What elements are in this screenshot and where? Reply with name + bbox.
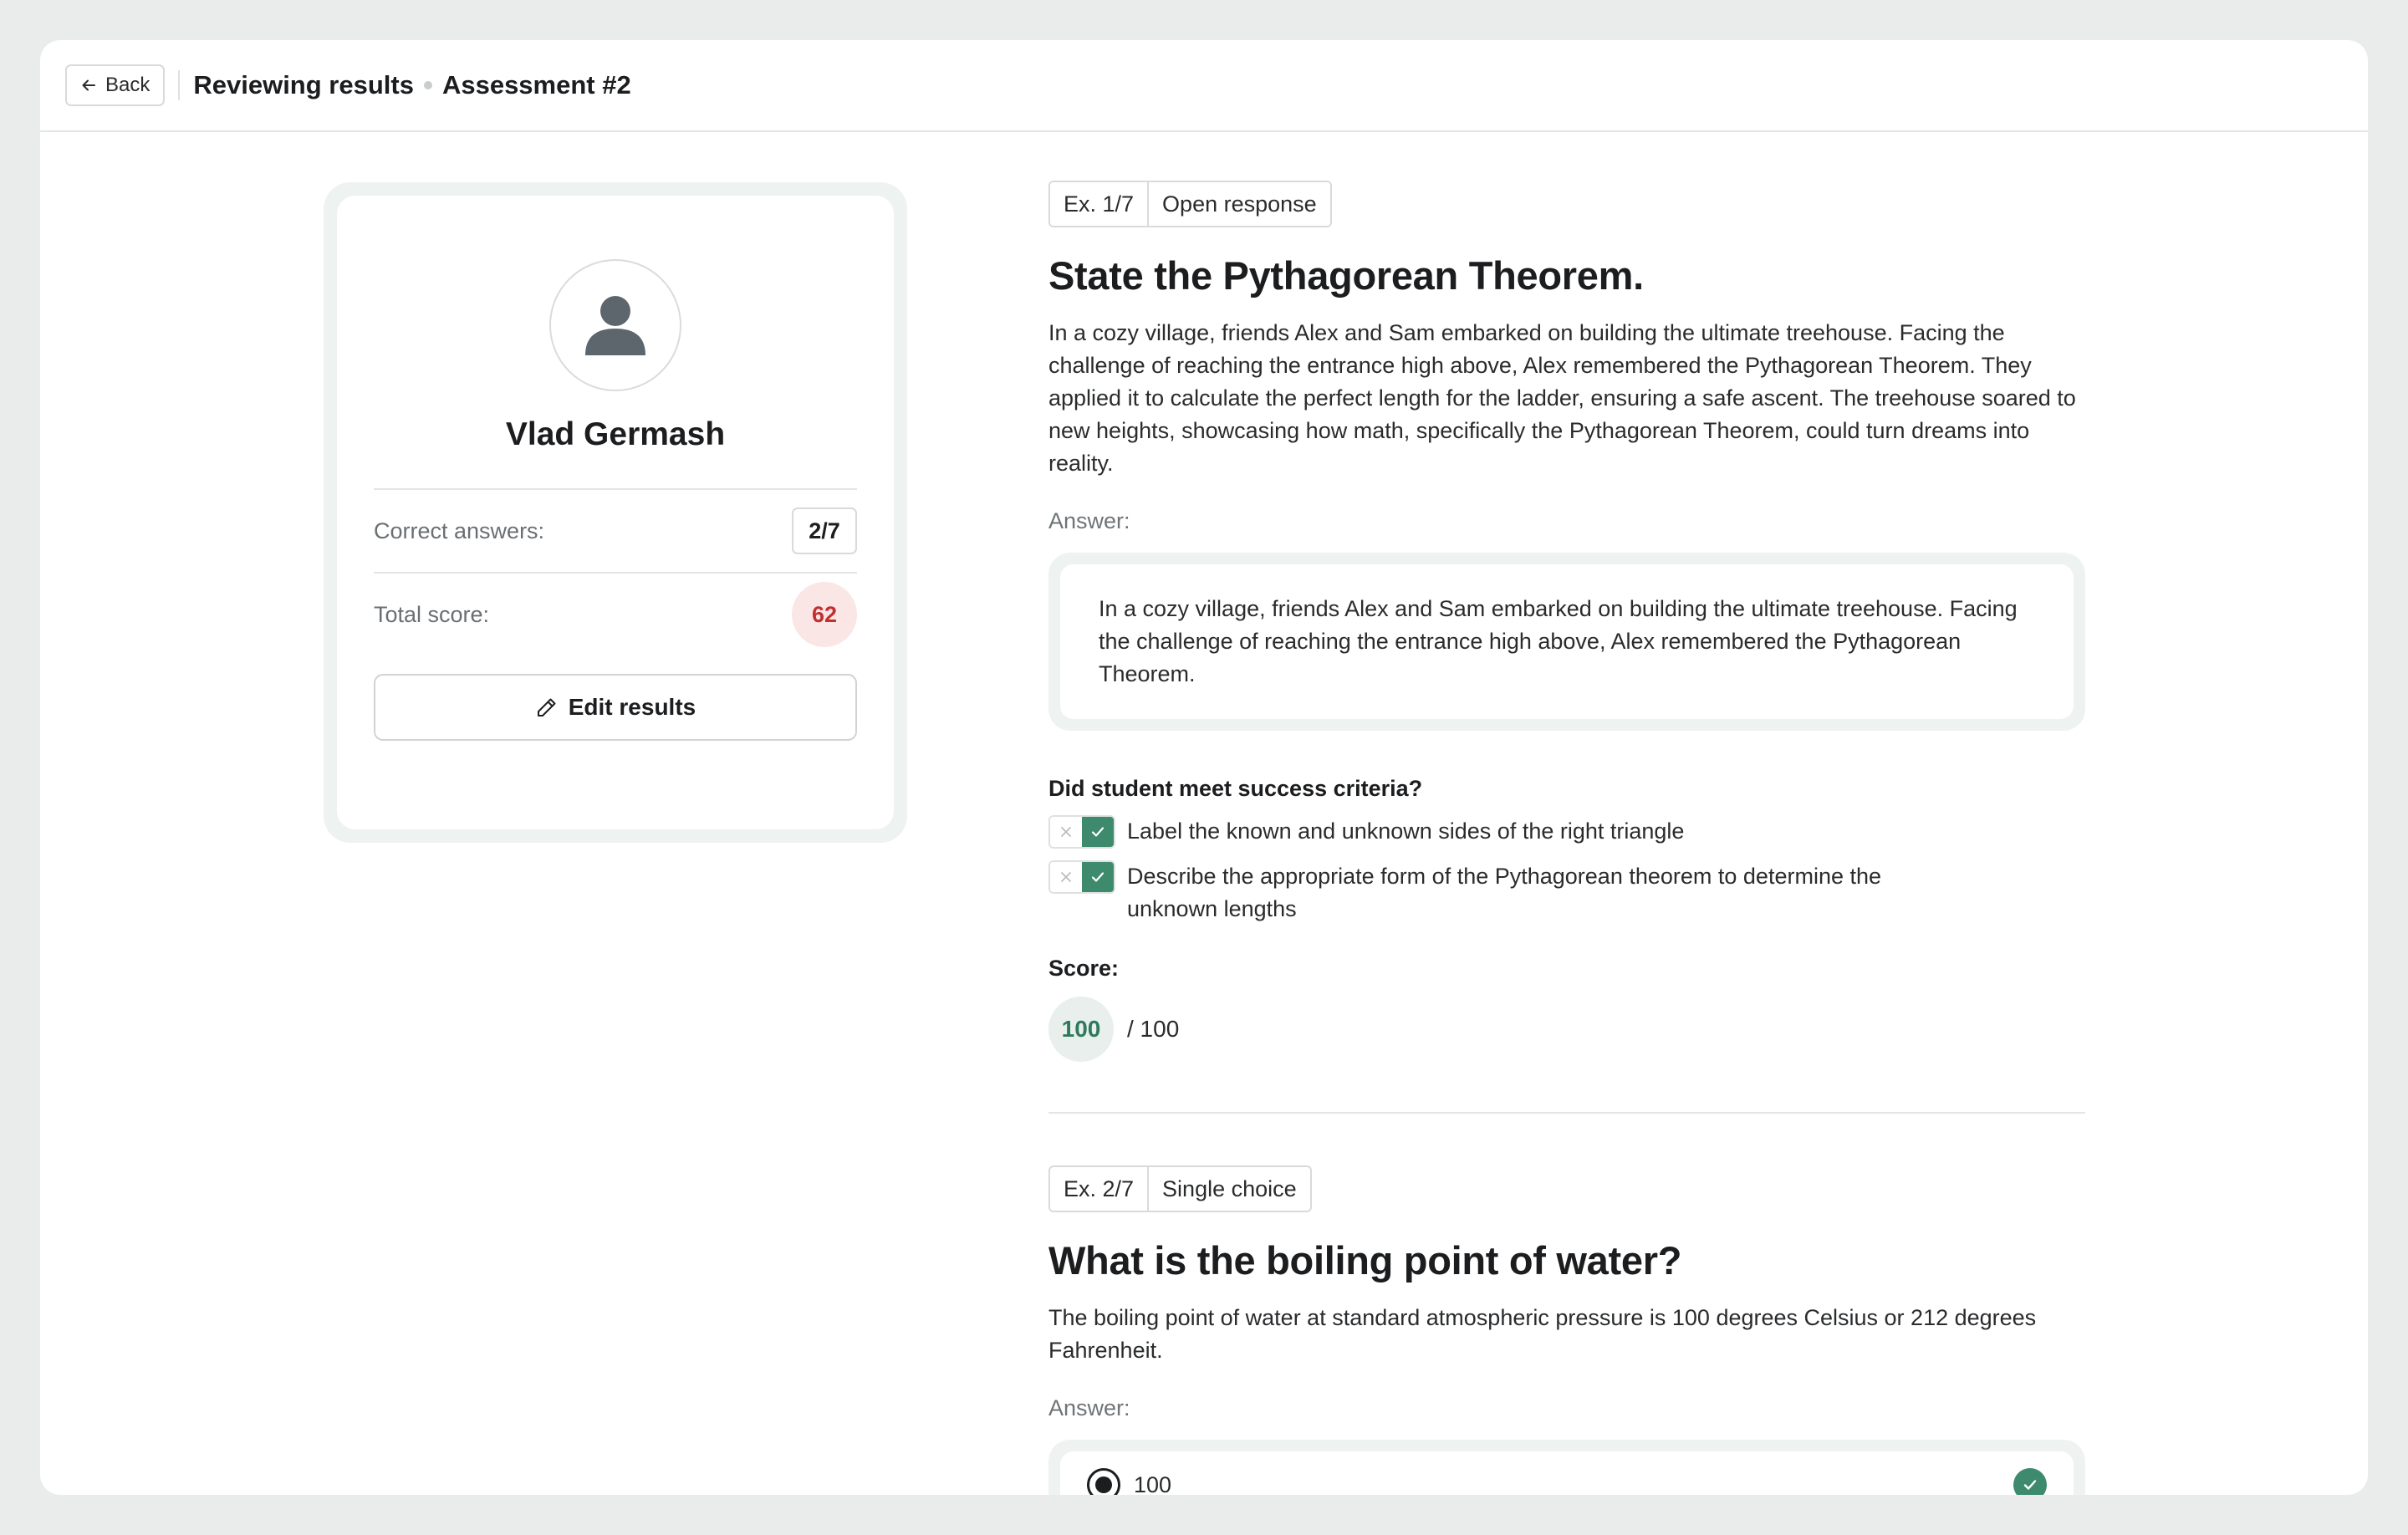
correct-check-icon bbox=[2013, 1468, 2047, 1495]
exercise-card: Ex. 2/7 Single choice What is the boilin… bbox=[1048, 1165, 2085, 1495]
page-title: Reviewing results bbox=[193, 70, 414, 99]
score-value[interactable]: 100 bbox=[1048, 997, 1114, 1062]
close-icon bbox=[1061, 872, 1071, 882]
score-label: Score: bbox=[1048, 956, 1120, 981]
not-met-option[interactable] bbox=[1050, 817, 1082, 847]
arrow-left-icon bbox=[82, 79, 95, 91]
header-divider bbox=[178, 70, 181, 100]
radio-button bbox=[1087, 1468, 1120, 1495]
student-summary-panel: Vlad Germash Correct answers: 2/7 Total … bbox=[324, 182, 907, 843]
exercise-list: Ex. 1/7 Open response State the Pythagor… bbox=[1048, 181, 2085, 1495]
back-button[interactable]: Back bbox=[65, 64, 166, 106]
total-score-row: Total score: 62 bbox=[374, 572, 857, 655]
selected-option: 100 bbox=[1087, 1468, 1171, 1495]
exercise-number-tag: Ex. 1/7 bbox=[1064, 191, 1135, 217]
criterion-toggle[interactable] bbox=[1048, 815, 1115, 849]
question-description: The boiling point of water at standard a… bbox=[1048, 1305, 2037, 1363]
answer-text: In a cozy village, friends Alex and Sam … bbox=[1060, 564, 2074, 719]
student-card: Vlad Germash Correct answers: 2/7 Total … bbox=[337, 196, 894, 829]
correct-answers-label: Correct answers: bbox=[374, 518, 545, 543]
met-option[interactable] bbox=[1082, 862, 1114, 892]
score-max: / 100 bbox=[1127, 1016, 1180, 1042]
exercise-card: Ex. 1/7 Open response State the Pythagor… bbox=[1048, 181, 2085, 1062]
correct-answers-row: Correct answers: 2/7 bbox=[374, 488, 857, 572]
pencil-icon bbox=[537, 698, 556, 717]
not-met-option[interactable] bbox=[1050, 862, 1082, 892]
criteria-title: Did student meet success criteria? bbox=[1048, 776, 1423, 801]
total-score-label: Total score: bbox=[374, 601, 490, 627]
criterion-row: Describe the appropriate form of the Pyt… bbox=[1048, 860, 2085, 926]
question-description: In a cozy village, friends Alex and Sam … bbox=[1048, 320, 2076, 476]
question-title: State the Pythagorean Theorem. bbox=[1048, 253, 1644, 298]
exercise-divider bbox=[1048, 1112, 2085, 1114]
avatar bbox=[549, 259, 681, 391]
correct-answers-badge: 2/7 bbox=[792, 507, 857, 554]
exercise-tags: Ex. 1/7 Open response bbox=[1048, 181, 1332, 227]
answer-label: Answer: bbox=[1048, 1395, 1130, 1420]
edit-results-label: Edit results bbox=[568, 694, 696, 720]
check-icon bbox=[1091, 872, 1105, 882]
answer-option: 100 bbox=[1060, 1451, 2074, 1495]
answer-label: Answer: bbox=[1048, 508, 1130, 533]
met-option[interactable] bbox=[1082, 817, 1114, 847]
score-row: 100 / 100 bbox=[1048, 997, 2085, 1062]
exercise-type-tag: Open response bbox=[1147, 182, 1330, 226]
breadcrumb-separator bbox=[423, 81, 432, 89]
assessment-title: Assessment #2 bbox=[441, 70, 631, 99]
student-name: Vlad Germash bbox=[505, 416, 726, 452]
question-title: What is the boiling point of water? bbox=[1048, 1238, 1682, 1283]
app-window: Back Reviewing results Assessment #2 Vla… bbox=[40, 40, 2368, 1495]
exercise-number-tag: Ex. 2/7 bbox=[1064, 1175, 1135, 1201]
close-icon bbox=[1061, 827, 1071, 837]
user-icon bbox=[585, 296, 645, 355]
exercise-tags: Ex. 2/7 Single choice bbox=[1048, 1165, 1312, 1212]
exercise-type-tag: Single choice bbox=[1147, 1167, 1310, 1211]
option-label: 100 bbox=[1134, 1471, 1172, 1496]
total-score-badge: 62 bbox=[792, 582, 857, 647]
top-bar: Back Reviewing results Assessment #2 bbox=[40, 40, 2368, 132]
criterion-toggle[interactable] bbox=[1048, 860, 1115, 894]
back-label: Back bbox=[105, 74, 150, 96]
answer-box: In a cozy village, friends Alex and Sam … bbox=[1048, 553, 2085, 731]
answer-box: 100 bbox=[1048, 1440, 2085, 1495]
criterion-text: Describe the appropriate form of the Pyt… bbox=[1127, 864, 1882, 921]
criterion-row: Label the known and unknown sides of the… bbox=[1048, 815, 2085, 849]
edit-results-button[interactable]: Edit results bbox=[374, 674, 857, 741]
criterion-text: Label the known and unknown sides of the… bbox=[1127, 818, 1685, 844]
check-icon bbox=[1091, 827, 1105, 837]
